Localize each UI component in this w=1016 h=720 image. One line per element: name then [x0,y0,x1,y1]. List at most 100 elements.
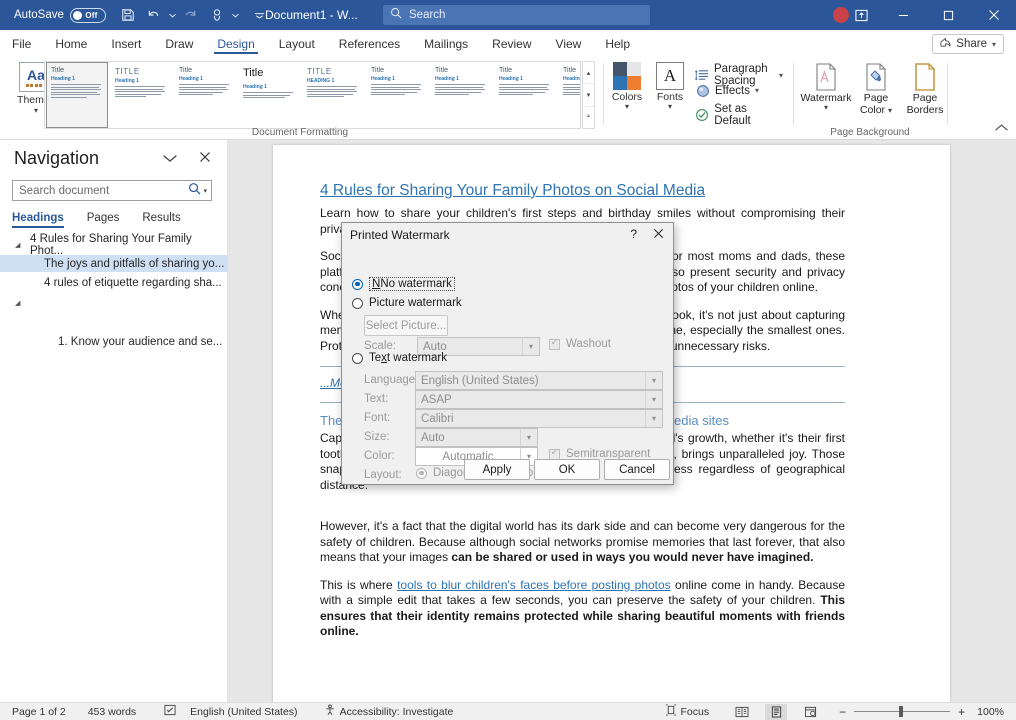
search-box[interactable]: Search [383,5,650,25]
zoom-out-button[interactable]: − [839,705,846,719]
search-icon[interactable] [188,182,201,200]
page-borders-button[interactable]: Page Borders [899,62,951,116]
no-watermark-radio[interactable] [352,279,363,290]
style-card[interactable]: Title Heading 1 [46,62,108,128]
text-watermark-radio[interactable] [352,353,363,364]
navigation-search-input[interactable]: Search document ▾ [12,180,212,201]
style-card[interactable]: TITLE Heading 1 [110,62,172,128]
chevron-down-icon[interactable]: ▾ [668,104,672,110]
nav-heading-item[interactable]: The joys and pitfalls of sharing yo... [0,255,228,272]
touch-mode-icon[interactable] [205,3,229,27]
nav-heading-item[interactable]: 4 rules of etiquette regarding sha... [0,274,228,291]
chevron-down-icon[interactable]: ▾ [34,108,38,114]
chevron-down-icon[interactable]: ▾ [522,338,539,355]
share-button[interactable]: Share ▾ [932,34,1004,54]
washout-checkbox[interactable] [549,339,560,350]
tab-review[interactable]: Review [480,30,543,57]
chevron-down-icon[interactable]: ▾ [520,429,537,446]
page-count[interactable]: Page 1 of 2 [12,706,66,718]
nav-tab-pages[interactable]: Pages [87,212,120,228]
watermark-button[interactable]: Watermark ▾ [800,62,852,111]
font-combobox[interactable]: Calibri ▾ [415,409,663,428]
more-styles-icon[interactable]: ⩡ [583,107,594,128]
read-mode-icon[interactable] [731,704,753,720]
style-card[interactable]: Title Heading 1 [430,62,492,128]
apply-button[interactable]: Apply [464,459,530,480]
accessibility-status[interactable]: Accessibility: Investigate [324,704,454,719]
chevron-down-icon[interactable]: ▾ [992,40,996,49]
cancel-button[interactable]: Cancel [604,459,670,480]
printed-watermark-dialog[interactable]: Printed Watermark ? NNo watermark Pictur… [341,222,674,485]
page-color-button[interactable]: Page Color ▾ [850,62,902,116]
undo-dropdown-icon[interactable] [168,3,177,27]
restore-icon[interactable] [926,0,971,30]
minimize-icon[interactable] [881,0,926,30]
tab-mailings[interactable]: Mailings [412,30,480,57]
chevron-down-icon[interactable]: ▾ [779,71,783,80]
style-card[interactable]: Title Heading 1 [174,62,236,128]
zoom-level[interactable]: 100% [977,706,1004,718]
tab-references[interactable]: References [327,30,412,57]
chevron-down-icon[interactable]: ▾ [645,410,662,427]
washout-checkbox-row[interactable]: Washout [549,338,611,350]
document-hyperlink[interactable]: tools to blur children's faces before po… [397,578,671,592]
semitransparent-checkbox[interactable] [549,449,560,460]
picture-watermark-radio[interactable] [352,298,363,309]
autosave-switch[interactable]: Off [70,8,106,23]
language-combobox[interactable]: English (United States) ▾ [415,371,663,390]
style-card[interactable]: Title Heading 1 [238,62,300,128]
nav-heading-item[interactable]: 1. Know your audience and se... [0,333,228,350]
word-count[interactable]: 453 words [88,706,136,718]
tab-layout[interactable]: Layout [267,30,327,57]
picture-watermark-radio-row[interactable]: Picture watermark [352,297,462,309]
no-watermark-radio-row[interactable]: NNo watermark [352,277,455,291]
close-icon[interactable] [971,0,1016,30]
focus-mode-button[interactable]: Focus [665,704,710,719]
tab-insert[interactable]: Insert [99,30,153,57]
autosave-toggle[interactable]: AutoSave Off [14,8,106,23]
style-card[interactable]: Title Heading 1 [558,62,581,128]
save-icon[interactable] [116,3,140,27]
ok-button[interactable]: OK [534,459,600,480]
expander-icon[interactable]: ◢ [15,299,20,307]
chevron-down-icon[interactable]: ▾ [645,391,662,408]
tab-view[interactable]: View [544,30,594,57]
chevron-down-icon[interactable]: ▾ [755,86,759,95]
select-picture-button[interactable]: Select Picture... [364,315,448,336]
theme-colors-button[interactable]: Colors ▾ [606,62,648,110]
style-card[interactable]: Title Heading 1 [494,62,556,128]
expander-icon[interactable]: ◢ [15,241,20,249]
zoom-slider-thumb[interactable] [899,706,903,717]
tab-home[interactable]: Home [43,30,99,57]
chevron-down-icon[interactable]: ▾ [625,104,629,110]
help-icon[interactable]: ? [630,227,637,241]
nav-tab-results[interactable]: Results [142,212,180,228]
dialog-close-icon[interactable] [653,226,664,242]
text-combobox[interactable]: ASAP ▾ [415,390,663,409]
chevron-down-icon[interactable]: ▾ [203,187,207,195]
style-card[interactable]: Title Heading 1 [366,62,428,128]
proofing-status[interactable] [164,704,176,719]
chevron-down-icon[interactable]: ▾ [888,108,892,114]
scroll-down-icon[interactable]: ▾ [583,84,594,106]
theme-fonts-button[interactable]: A Fonts ▾ [649,62,691,110]
web-layout-icon[interactable] [799,704,821,720]
navigation-close-icon[interactable] [199,150,211,166]
style-card[interactable]: TITLE HEADING 1 [302,62,364,128]
nav-tab-headings[interactable]: Headings [12,212,64,228]
chevron-down-icon[interactable]: ▾ [645,372,662,389]
tab-help[interactable]: Help [593,30,642,57]
zoom-slider[interactable] [854,711,950,712]
nav-heading-item[interactable]: ◢ [0,294,228,311]
ribbon-display-options-icon[interactable] [841,0,881,30]
chevron-down-icon[interactable]: ▾ [824,105,828,111]
scroll-up-icon[interactable]: ▴ [583,62,594,84]
tab-design[interactable]: Design [205,30,266,57]
zoom-in-button[interactable]: + [958,705,965,719]
set-as-default-button[interactable]: Set as Default [695,103,783,127]
undo-icon[interactable] [142,3,166,27]
effects-button[interactable]: Effects ▾ [695,83,759,98]
layout-diagonal-radio[interactable] [416,468,427,479]
collapse-ribbon-icon[interactable] [995,123,1008,135]
style-set-gallery[interactable]: Title Heading 1 TITLE Heading 1 Title He… [44,61,581,129]
